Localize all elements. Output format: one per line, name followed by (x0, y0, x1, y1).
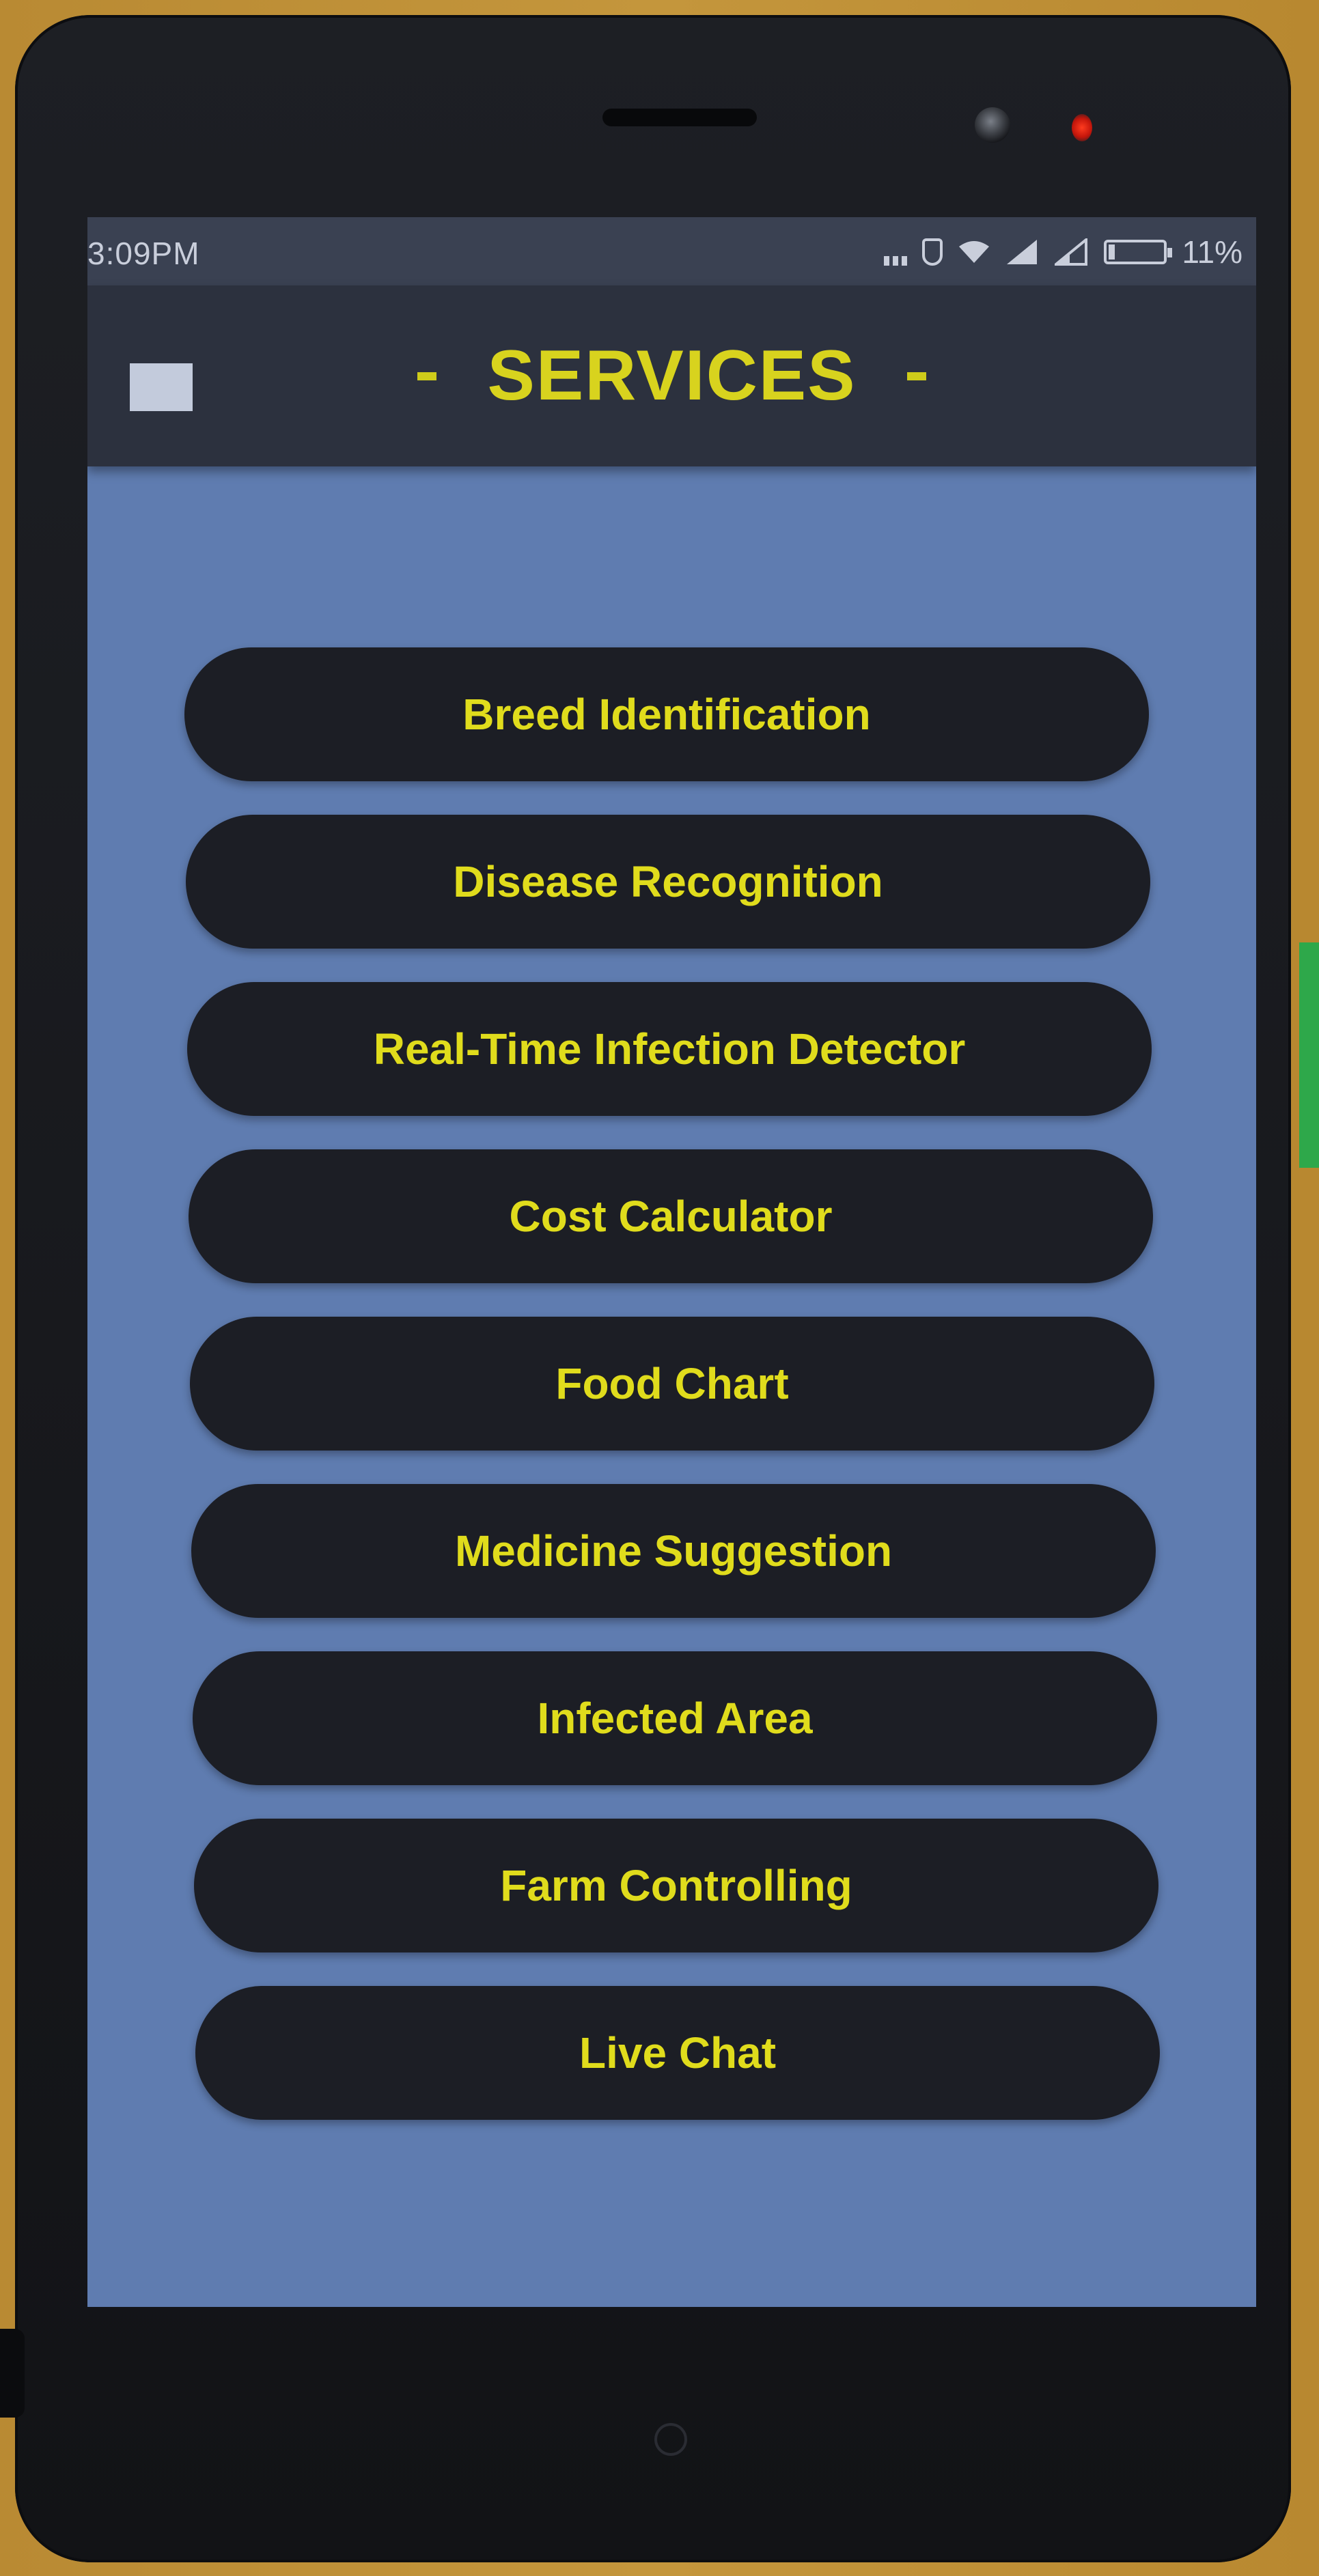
infection-detector-button[interactable]: Real-Time Infection Detector (187, 982, 1152, 1116)
breed-identification-button[interactable]: Breed Identification (184, 647, 1149, 781)
page-title: SERVICES (487, 336, 857, 415)
home-button[interactable] (654, 2423, 687, 2456)
front-camera (975, 107, 1010, 143)
signal-icon-secondary (1055, 238, 1088, 266)
phone-screen: 3:09PM 11% SERVICES Breed Identification… (87, 217, 1256, 2307)
service-label: Farm Controlling (500, 1861, 852, 1910)
battery-icon (1104, 240, 1173, 264)
status-bar: 3:09PM 11% (87, 217, 1256, 285)
service-label: Live Chat (579, 2028, 777, 2077)
signal-icon (1007, 240, 1038, 264)
service-label: Food Chart (555, 1359, 789, 1408)
service-label: Disease Recognition (453, 857, 883, 906)
service-label: Infected Area (537, 1694, 813, 1743)
title-dash-left (417, 372, 437, 380)
farm-controlling-button[interactable]: Farm Controlling (194, 1819, 1158, 1952)
data-activity-icon (884, 238, 908, 266)
status-time: 3:09PM (87, 236, 200, 271)
service-label: Breed Identification (462, 690, 871, 739)
disease-recognition-button[interactable]: Disease Recognition (186, 815, 1150, 949)
service-label: Medicine Suggestion (454, 1526, 893, 1576)
shield-icon (922, 238, 943, 266)
battery-fill (1109, 244, 1115, 260)
navigation-area (87, 2307, 1256, 2532)
medicine-suggestion-button[interactable]: Medicine Suggestion (191, 1484, 1156, 1618)
cost-calculator-button[interactable]: Cost Calculator (189, 1149, 1153, 1283)
infected-area-button[interactable]: Infected Area (193, 1651, 1157, 1785)
earpiece (602, 109, 757, 126)
status-icons: 11% (884, 234, 1242, 270)
food-chart-button[interactable]: Food Chart (190, 1317, 1154, 1451)
battery-percent: 11% (1182, 234, 1242, 270)
notification-led (1072, 114, 1092, 141)
app-bar: SERVICES (87, 285, 1256, 466)
service-label: Real-Time Infection Detector (373, 1024, 966, 1074)
title-wrap: SERVICES (87, 285, 1256, 466)
title-dash-right (906, 372, 926, 380)
live-chat-button[interactable]: Live Chat (195, 1986, 1160, 2120)
service-label: Cost Calculator (509, 1192, 833, 1241)
side-button (0, 2329, 25, 2418)
background-object (1299, 942, 1319, 1168)
wifi-icon (959, 241, 990, 263)
